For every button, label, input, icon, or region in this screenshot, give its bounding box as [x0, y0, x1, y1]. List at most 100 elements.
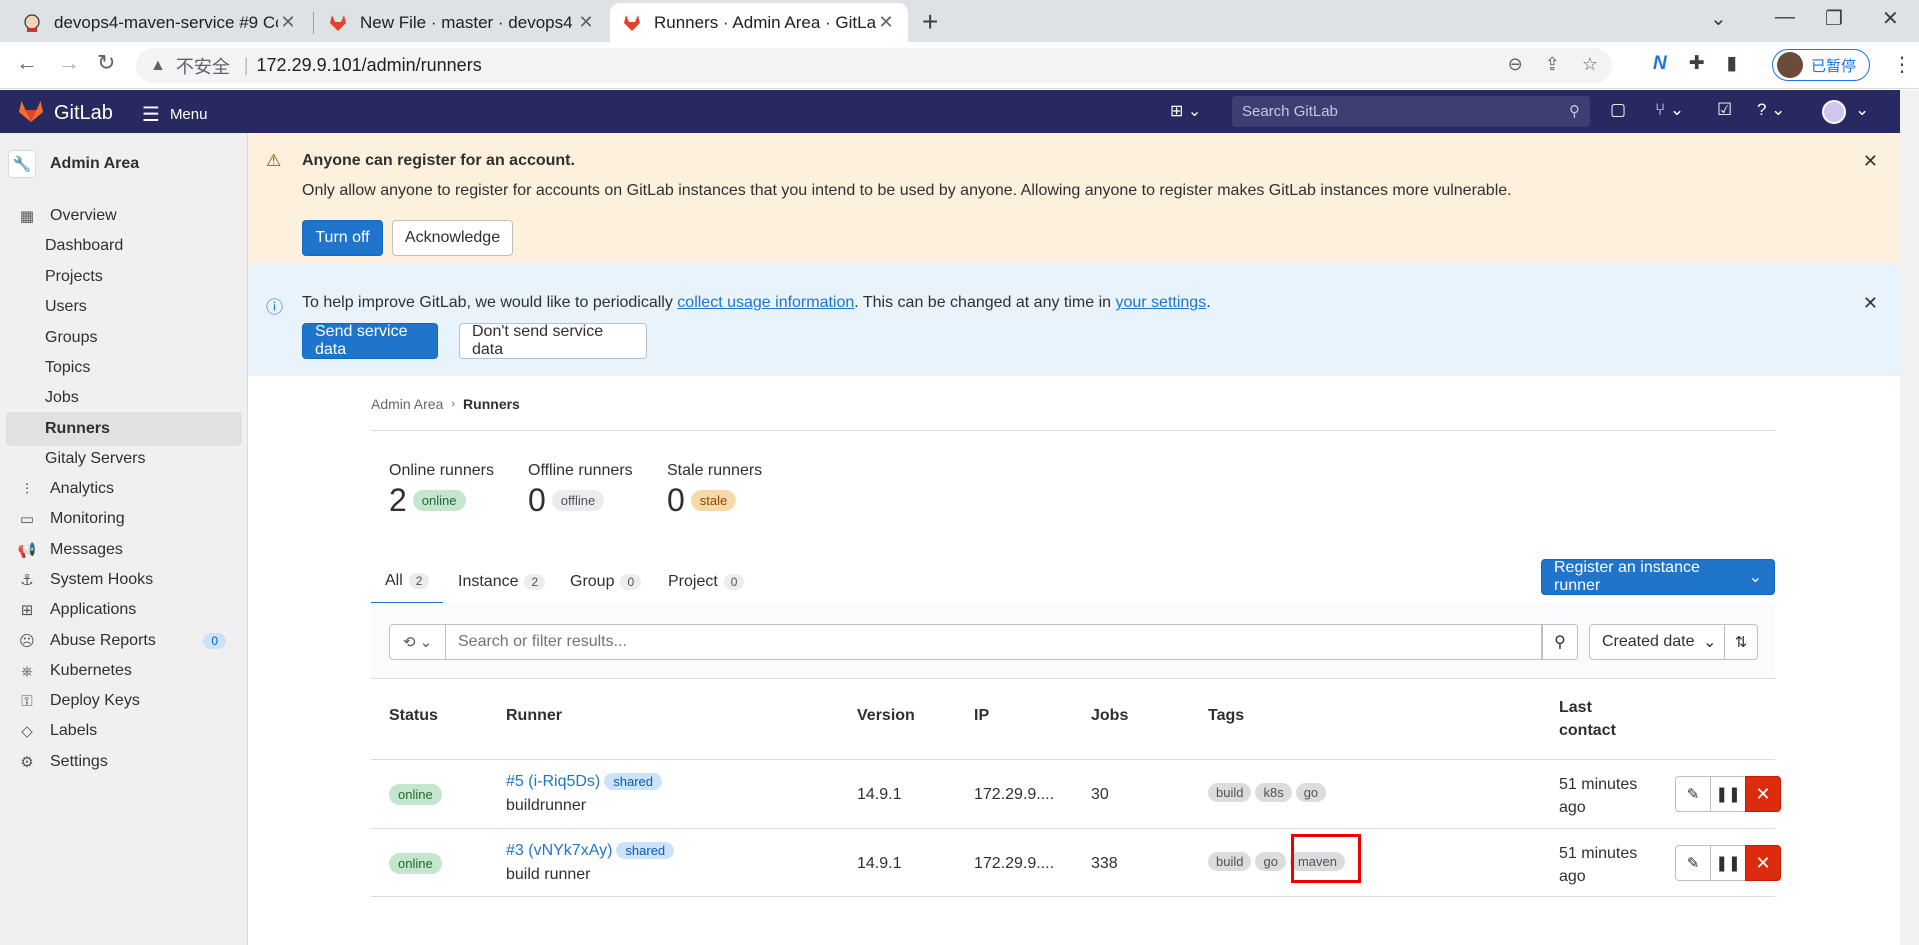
browser-tab-new-file[interactable]: New File · master · devops4 / d ✕ [316, 3, 608, 42]
zoom-icon[interactable]: ⊖ [1508, 54, 1523, 75]
your-settings-link[interactable]: your settings [1115, 294, 1206, 311]
sort-dropdown[interactable]: Created date ⌄ [1589, 624, 1725, 660]
pause-runner-button[interactable]: ❚❚ [1710, 845, 1746, 881]
pause-icon: ❚❚ [1715, 855, 1741, 872]
turn-off-button[interactable]: Turn off [302, 220, 383, 256]
runner-ip: 172.29.9.... [974, 786, 1055, 803]
back-icon[interactable]: ← [16, 50, 38, 76]
recent-searches-dropdown[interactable]: ⟲ ⌄ [389, 624, 446, 660]
chevron-down-icon[interactable]: ⌄ [1855, 100, 1869, 120]
breadcrumb-runners[interactable]: Runners [463, 396, 520, 412]
runner-link[interactable]: #5 (i-Riq5Ds) [506, 773, 600, 790]
runner-version: 14.9.1 [857, 786, 902, 803]
browser-tab-jenkins[interactable]: devops4-maven-service #9 Co ✕ [10, 3, 310, 42]
extension-icon[interactable]: N [1653, 53, 1667, 75]
minimize-icon[interactable]: — [1775, 6, 1795, 29]
acknowledge-button[interactable]: Acknowledge [392, 220, 513, 256]
close-window-icon[interactable]: ✕ [1882, 6, 1899, 31]
search-button[interactable]: ⚲ [1542, 624, 1578, 660]
sidebar-item-deploy-keys[interactable]: ⚿ Deploy Keys [6, 684, 242, 718]
menu-button[interactable]: ☰ Menu [142, 102, 207, 127]
close-tab-icon[interactable]: ✕ [278, 12, 298, 33]
search-input[interactable]: Search GitLab ⚲ [1232, 96, 1590, 127]
edit-runner-button[interactable]: ✎ [1675, 845, 1711, 881]
todos-icon[interactable]: ☑ [1717, 100, 1732, 120]
key-icon: ⚿ [21, 692, 33, 710]
edit-runner-button[interactable]: ✎ [1675, 776, 1711, 812]
sidebar-item-topics[interactable]: Topics [6, 351, 242, 385]
new-tab-button[interactable]: + [922, 6, 938, 38]
sidebar-item-overview[interactable]: ▦ Overview [6, 199, 242, 233]
sidebar-item-groups[interactable]: Groups [6, 321, 242, 355]
pause-runner-button[interactable]: ❚❚ [1710, 776, 1746, 812]
label-icon: ◇ [21, 723, 33, 740]
sidebar-item-runners[interactable]: Runners [6, 412, 242, 446]
browser-menu-icon[interactable]: ⋮ [1892, 52, 1912, 77]
column-header-tags: Tags [1208, 707, 1245, 724]
sidebar-item-monitoring[interactable]: ▭ Monitoring [6, 502, 242, 536]
history-icon: ⟲ [402, 634, 416, 651]
sidebar-item-system-hooks[interactable]: ⚓ System Hooks [6, 563, 242, 597]
close-icon[interactable]: ✕ [1863, 151, 1878, 172]
sidebar-item-settings[interactable]: ⚙ Settings [6, 745, 242, 779]
runner-link[interactable]: #3 (vNYk7xAy) [506, 842, 612, 859]
tab-instance[interactable]: Instance 2 [458, 560, 546, 604]
sidebar-item-kubernetes[interactable]: ⎈ Kubernetes [6, 654, 242, 688]
collect-usage-link[interactable]: collect usage information [677, 294, 854, 311]
register-runner-button[interactable]: Register an instance runner ⌄ [1541, 559, 1775, 595]
share-icon[interactable]: ⇪ [1545, 54, 1560, 75]
restore-icon[interactable]: ❐ [1825, 6, 1843, 31]
sidebar-item-jobs[interactable]: Jobs [6, 381, 242, 415]
sidebar-item-label: Kubernetes [50, 662, 132, 679]
new-dropdown-icon[interactable]: ⊞ ⌄ [1170, 101, 1201, 121]
breadcrumb-admin-area[interactable]: Admin Area [371, 396, 443, 412]
tab-group[interactable]: Group 0 [570, 560, 642, 604]
sidebar-header[interactable]: 🔧 Admin Area [8, 143, 244, 185]
delete-runner-button[interactable]: ✕ [1745, 845, 1781, 881]
browser-tab-runners[interactable]: Runners · Admin Area · GitLab ✕ [610, 3, 908, 42]
bookmark-star-icon[interactable]: ☆ [1582, 54, 1598, 75]
issues-icon[interactable]: ▢ [1610, 100, 1626, 120]
side-panel-icon[interactable]: ▮ [1727, 52, 1737, 75]
address-bar[interactable]: ▲ 不安全 | 172.29.9.101/admin/runners ⊖ ⇪ ☆ [136, 48, 1612, 83]
count-badge: 0 [203, 633, 226, 649]
close-tab-icon[interactable]: ✕ [876, 12, 896, 33]
delete-runner-button[interactable]: ✕ [1745, 776, 1781, 812]
sort-direction-button[interactable]: ⇅ [1724, 624, 1758, 660]
close-tab-icon[interactable]: ✕ [576, 12, 596, 33]
sidebar-item-labels[interactable]: ◇ Labels [6, 714, 242, 748]
user-avatar[interactable] [1822, 100, 1846, 124]
avatar [1777, 52, 1803, 78]
sidebar-item-applications[interactable]: ⊞ Applications [6, 593, 242, 627]
tag-badge: go [1255, 852, 1286, 871]
runner-version: 14.9.1 [857, 855, 902, 872]
chevron-right-icon: › [451, 398, 456, 410]
sidebar-item-messages[interactable]: 📢 Messages [6, 533, 242, 567]
sidebar-item-abuse-reports[interactable]: ☹ Abuse Reports 0 [6, 624, 242, 658]
tab-all[interactable]: All 2 [371, 560, 444, 604]
sidebar-item-users[interactable]: Users [6, 290, 242, 324]
sidebar-item-gitaly-servers[interactable]: Gitaly Servers [6, 442, 242, 476]
bullhorn-icon: 📢 [17, 542, 37, 559]
filter-search-input[interactable]: Search or filter results... [446, 624, 1542, 660]
dont-send-service-data-button[interactable]: Don't send service data [459, 323, 647, 359]
divider [371, 430, 1775, 431]
gitlab-home-link[interactable]: GitLab [18, 99, 113, 128]
status-badge: online [389, 853, 442, 874]
help-icon[interactable]: ? ⌄ [1757, 100, 1785, 120]
send-service-data-button[interactable]: Send service data [302, 323, 438, 359]
sidebar-item-analytics[interactable]: ⫶ Analytics [6, 472, 242, 506]
reload-icon[interactable]: ↻ [97, 50, 115, 76]
merge-requests-icon[interactable]: ⑂ ⌄ [1655, 100, 1684, 120]
forward-icon[interactable]: → [58, 50, 80, 76]
tab-project[interactable]: Project 0 [668, 560, 745, 604]
puzzle-icon[interactable]: ✚ [1689, 52, 1705, 75]
chart-icon: ⫶ [25, 480, 29, 498]
sidebar-item-dashboard[interactable]: Dashboard [6, 229, 242, 263]
page-scrollbar[interactable] [1900, 90, 1919, 945]
tab-search-chevron-icon[interactable]: ⌄ [1710, 6, 1727, 31]
sidebar-item-projects[interactable]: Projects [6, 260, 242, 294]
monitor-icon: ▭ [19, 511, 35, 528]
profile-button[interactable]: 已暂停 [1772, 49, 1870, 81]
close-icon[interactable]: ✕ [1863, 293, 1878, 314]
